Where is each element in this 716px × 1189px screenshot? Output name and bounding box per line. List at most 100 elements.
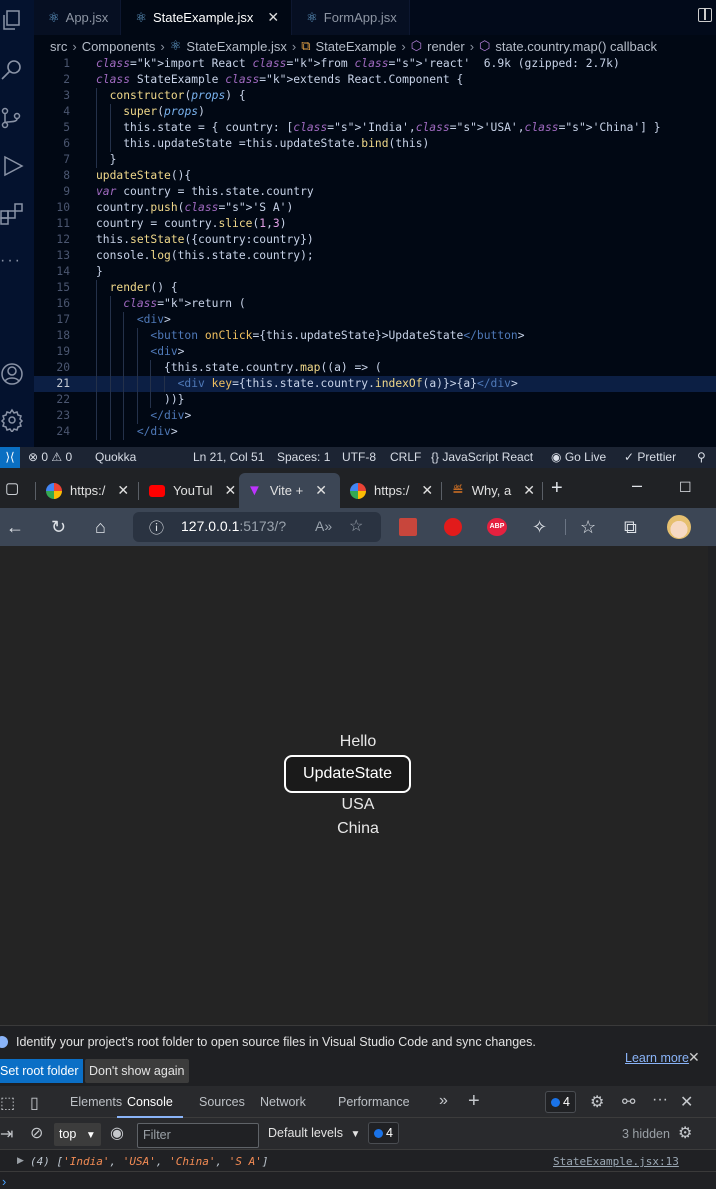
- split-editor-icon[interactable]: [698, 8, 712, 22]
- extensions-icon[interactable]: [0, 202, 26, 228]
- new-tab-icon[interactable]: +: [551, 477, 563, 499]
- filter-input[interactable]: Filter: [137, 1123, 259, 1148]
- breadcrumb-item[interactable]: Components: [82, 39, 156, 54]
- set-root-folder-button[interactable]: Set root folder: [0, 1059, 83, 1083]
- code-line[interactable]: 16 class="k">return (: [34, 296, 716, 312]
- browser-tab[interactable]: ≝ Why, a ✕: [444, 473, 543, 508]
- tab-sources[interactable]: Sources: [199, 1086, 245, 1118]
- address-bar[interactable]: ⓘ 127.0.0.1:5173/? A» ☆: [133, 512, 381, 542]
- settings-gear-icon[interactable]: [0, 408, 26, 434]
- code-editor[interactable]: 1 class="k">import React class="k">from c…: [34, 56, 716, 447]
- line-ending[interactable]: CRLF: [390, 447, 421, 468]
- code-line[interactable]: 2 class StateExample class="k">extends Re…: [34, 72, 716, 88]
- sidebar-toggle-icon[interactable]: ⇥: [0, 1124, 13, 1144]
- code-line[interactable]: 13 console.log(this.state.country);: [34, 248, 716, 264]
- favorites-icon[interactable]: ☆: [580, 516, 596, 538]
- code-line[interactable]: 14}: [34, 264, 716, 280]
- close-icon[interactable]: ✕: [688, 1049, 700, 1066]
- breadcrumb-item[interactable]: state.country.map() callback: [495, 39, 657, 54]
- console-prompt[interactable]: ›: [2, 1174, 6, 1189]
- page-scrollbar[interactable]: [708, 546, 716, 1025]
- close-tab-icon[interactable]: ✕: [315, 482, 327, 499]
- close-tab-icon[interactable]: ✕: [117, 482, 129, 499]
- live-expression-icon[interactable]: ◉: [110, 1123, 124, 1143]
- minimize-icon[interactable]: –: [632, 474, 642, 496]
- code-line[interactable]: 17 <div>: [34, 312, 716, 328]
- browser-tab[interactable]: https:/✕: [38, 473, 137, 508]
- close-tab-icon[interactable]: ✕: [267, 9, 279, 26]
- refresh-icon[interactable]: ↻: [51, 516, 66, 538]
- code-line[interactable]: 24 </div>: [34, 424, 716, 440]
- breadcrumb-item[interactable]: StateExample: [315, 39, 396, 54]
- log-source-link[interactable]: StateExample.jsx:13: [553, 1155, 679, 1168]
- code-line[interactable]: 4 super(props): [34, 104, 716, 120]
- explorer-icon[interactable]: [0, 8, 26, 34]
- expand-triangle-icon[interactable]: ▶: [17, 1155, 24, 1166]
- breadcrumb-item[interactable]: src: [50, 39, 67, 54]
- issues-badge[interactable]: 4: [545, 1091, 576, 1113]
- tab-performance[interactable]: Performance: [338, 1086, 410, 1118]
- tab-console[interactable]: Console: [117, 1086, 183, 1118]
- problems-indicator[interactable]: ⊗ 0 ⚠ 0: [28, 447, 72, 468]
- code-line[interactable]: 9 var country = this.state.country: [34, 184, 716, 200]
- tab-stateexample-jsx[interactable]: ⚛ StateExample.jsx ✕: [121, 0, 293, 35]
- add-tab-icon[interactable]: +: [468, 1090, 480, 1113]
- adblock-plus-icon[interactable]: ABP: [487, 518, 507, 536]
- encoding[interactable]: UTF-8: [342, 447, 376, 468]
- inspect-element-icon[interactable]: ⬚: [0, 1093, 15, 1113]
- tab-elements[interactable]: Elements: [70, 1086, 122, 1118]
- code-line[interactable]: 20 {this.state.country.map((a) => (: [34, 360, 716, 376]
- code-line[interactable]: 10 country.push(class="s">'S A'): [34, 200, 716, 216]
- context-select[interactable]: top ▼: [54, 1123, 101, 1146]
- url-text[interactable]: 127.0.0.1:5173/?: [181, 518, 286, 534]
- tab-actions-icon[interactable]: ▢: [5, 478, 19, 500]
- clear-console-icon[interactable]: ⊘: [30, 1123, 43, 1143]
- breadcrumb-item[interactable]: StateExample.jsx: [186, 39, 286, 54]
- extensions-puzzle-icon[interactable]: ✧: [532, 516, 547, 538]
- close-tab-icon[interactable]: ✕: [421, 482, 433, 499]
- maximize-icon[interactable]: ☐: [679, 476, 692, 498]
- feedback-icon[interactable]: ⚲: [697, 447, 706, 468]
- remote-icon[interactable]: ⟩⟨: [0, 447, 20, 468]
- search-icon[interactable]: [0, 58, 26, 84]
- profile-avatar[interactable]: [667, 515, 691, 539]
- code-line[interactable]: 18 <button onClick={this.updateState}>Up…: [34, 328, 716, 344]
- code-line[interactable]: 22 ))}: [34, 392, 716, 408]
- account-icon[interactable]: [0, 362, 26, 388]
- more-tabs-icon[interactable]: »: [439, 1092, 448, 1110]
- ublock-icon[interactable]: [444, 518, 462, 536]
- run-debug-icon[interactable]: [0, 154, 26, 180]
- info-icon[interactable]: ⓘ: [149, 517, 164, 538]
- read-aloud-icon[interactable]: A»: [315, 518, 332, 534]
- tab-formapp-jsx[interactable]: ⚛ FormApp.jsx: [292, 0, 410, 35]
- collections-icon[interactable]: ⧉: [624, 516, 637, 538]
- code-line[interactable]: 5 this.state = { country: [class="s">'In…: [34, 120, 716, 136]
- close-tab-icon[interactable]: ✕: [523, 482, 535, 499]
- cursor-position[interactable]: Ln 21, Col 51: [193, 447, 264, 468]
- settings-gear-icon[interactable]: ⚙: [590, 1092, 604, 1112]
- log-message[interactable]: (4) ['India', 'USA', 'China', 'S A']: [30, 1155, 268, 1168]
- learn-more-link[interactable]: Learn more: [625, 1051, 689, 1065]
- code-line[interactable]: 11 country = country.slice(1,3): [34, 216, 716, 232]
- back-icon[interactable]: ←: [6, 516, 24, 538]
- update-state-button[interactable]: UpdateState: [284, 755, 411, 793]
- tab-app-jsx[interactable]: ⚛ App.jsx: [34, 0, 122, 35]
- home-icon[interactable]: ⌂: [95, 516, 106, 538]
- console-log-entry[interactable]: ▶ (4) ['India', 'USA', 'China', 'S A'] S…: [0, 1150, 716, 1172]
- close-devtools-icon[interactable]: ✕: [680, 1092, 693, 1112]
- prettier-status[interactable]: ✓ Prettier: [624, 447, 676, 468]
- more-icon[interactable]: ···: [0, 252, 26, 278]
- code-line[interactable]: 1 class="k">import React class="k">from c…: [34, 56, 716, 72]
- code-line[interactable]: 21 <div key={this.state.country.indexOf(…: [34, 376, 716, 392]
- browser-tab-active[interactable]: ▼ Vite + ✕: [239, 473, 340, 508]
- breadcrumb-item[interactable]: render: [427, 39, 465, 54]
- language-mode[interactable]: {} JavaScript React: [431, 447, 533, 468]
- code-line[interactable]: 12 this.setState({country:country}): [34, 232, 716, 248]
- add-favorite-icon[interactable]: ☆: [349, 516, 363, 536]
- dont-show-again-button[interactable]: Don't show again: [85, 1059, 189, 1083]
- console-settings-icon[interactable]: ⚙: [678, 1123, 692, 1143]
- code-line[interactable]: 15 render() {: [34, 280, 716, 296]
- extension-bug-icon[interactable]: [399, 518, 417, 536]
- indentation[interactable]: Spaces: 1: [277, 447, 330, 468]
- quokka-status[interactable]: Quokka: [95, 447, 136, 468]
